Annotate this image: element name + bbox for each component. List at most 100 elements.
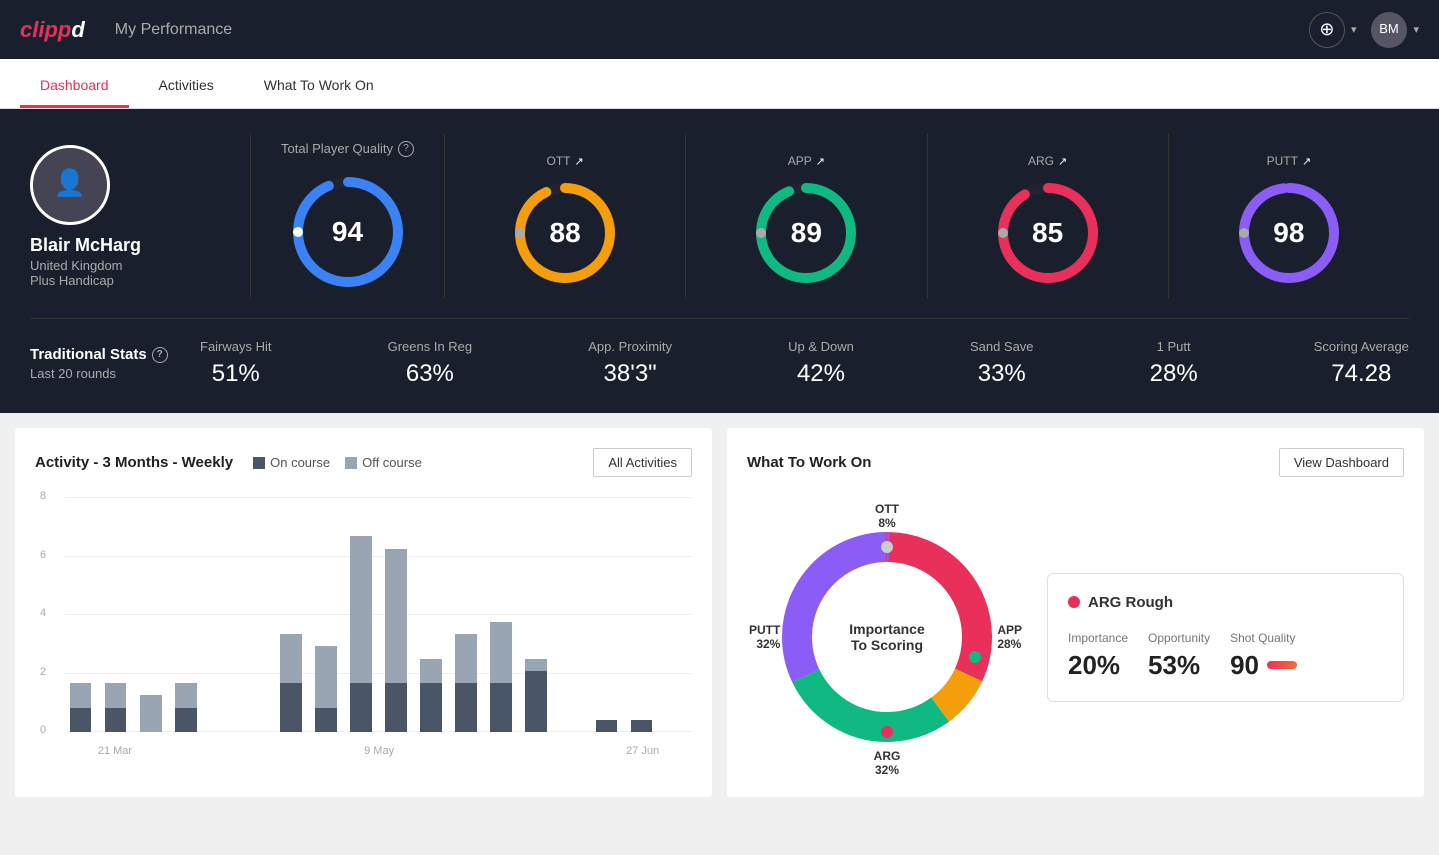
main-content: Activity - 3 Months - Weekly On course O…	[0, 413, 1439, 812]
add-button-group[interactable]: ⊕ ▾	[1309, 12, 1357, 48]
add-icon-chevron: ▾	[1351, 23, 1357, 36]
bar-group	[381, 497, 412, 732]
on-course-dot	[253, 457, 265, 469]
player-country: United Kingdom	[30, 258, 123, 273]
app-segment-label: APP 28%	[997, 623, 1022, 651]
sand-save-value: 33%	[970, 360, 1034, 388]
bar-group	[65, 497, 96, 732]
stats-top: 👤 Blair McHarg United Kingdom Plus Handi…	[30, 134, 1409, 298]
activity-chart: 8 6 4 2 0 21 Mar 9 May 27 Jun	[35, 497, 692, 757]
on-course-bar	[70, 708, 92, 732]
bar-stack	[416, 659, 447, 732]
all-activities-button[interactable]: All Activities	[593, 448, 692, 477]
off-course-bar	[70, 683, 92, 707]
scoring-avg-label: Scoring Average	[1314, 339, 1409, 354]
off-course-bar	[105, 683, 127, 707]
off-course-bar	[175, 683, 197, 707]
bar-group	[240, 497, 271, 732]
header-right: ⊕ ▾ BM ▾	[1309, 12, 1419, 48]
putt-trend: ↗	[1302, 155, 1311, 168]
wwo-header: What To Work On View Dashboard	[747, 448, 1404, 477]
activity-header: Activity - 3 Months - Weekly On course O…	[35, 448, 692, 477]
ott-segment-label: OTT 8%	[875, 502, 899, 530]
bar-stack	[346, 536, 377, 732]
detail-importance: Importance 20%	[1068, 631, 1128, 681]
putt-value: 98	[1273, 217, 1304, 249]
on-course-bar	[385, 683, 407, 732]
arg-segment-label: ARG 32%	[874, 749, 901, 777]
stats-banner: 👤 Blair McHarg United Kingdom Plus Handi…	[0, 109, 1439, 413]
x-label-may: 9 May	[364, 745, 394, 757]
bar-group	[346, 497, 377, 732]
avatar-button-group[interactable]: BM ▾	[1371, 12, 1419, 48]
shot-quality-bar: 90	[1230, 650, 1297, 681]
on-course-bar	[175, 708, 197, 732]
greens-label: Greens In Reg	[388, 339, 473, 354]
one-putt-value: 28%	[1150, 360, 1198, 388]
total-quality: Total Player Quality ? 94	[261, 141, 444, 292]
add-icon-button[interactable]: ⊕	[1309, 12, 1345, 48]
one-putt-label: 1 Putt	[1150, 339, 1198, 354]
tab-dashboard[interactable]: Dashboard	[20, 65, 129, 108]
detail-metrics: Importance 20% Opportunity 53% Shot Qual…	[1068, 631, 1383, 681]
arg-label: ARG ↗	[1028, 154, 1067, 168]
bar-stack	[591, 720, 622, 732]
ott-label: OTT ↗	[547, 154, 584, 168]
svg-text:👤: 👤	[54, 167, 86, 197]
off-course-bar	[525, 659, 547, 671]
tab-what-to-work-on[interactable]: What To Work On	[244, 65, 394, 108]
detail-shot-quality: Shot Quality 90	[1230, 631, 1297, 681]
on-course-bar	[631, 720, 653, 732]
metric-putt: PUTT ↗ 98	[1168, 134, 1409, 298]
bars-container	[65, 497, 692, 732]
stat-items: Fairways Hit 51% Greens In Reg 63% App. …	[200, 339, 1409, 388]
tab-activities[interactable]: Activities	[139, 65, 234, 108]
bar-stack	[626, 720, 657, 732]
trad-stats-help-icon[interactable]: ?	[152, 347, 168, 363]
arg-trend: ↗	[1058, 155, 1067, 168]
putt-ring: 98	[1234, 178, 1344, 288]
app-label: APP ↗	[788, 154, 825, 168]
view-dashboard-button[interactable]: View Dashboard	[1279, 448, 1404, 477]
bar-group	[205, 497, 236, 732]
scoring-avg-value: 74.28	[1314, 360, 1409, 388]
quality-label: Total Player Quality ?	[281, 141, 414, 157]
metric-arg: ARG ↗ 85	[927, 134, 1168, 298]
bar-group	[170, 497, 201, 732]
activity-title-group: Activity - 3 Months - Weekly On course O…	[35, 454, 422, 471]
what-to-work-on-panel: What To Work On View Dashboard	[727, 428, 1424, 797]
off-course-bar	[490, 622, 512, 683]
x-label-mar: 21 Mar	[98, 745, 132, 757]
stat-sand-save: Sand Save 33%	[970, 339, 1034, 388]
stat-app-proximity: App. Proximity 38'3"	[588, 339, 672, 388]
user-avatar-button[interactable]: BM	[1371, 12, 1407, 48]
putt-label: PUTT ↗	[1267, 154, 1312, 168]
greens-value: 63%	[388, 360, 473, 388]
on-course-bar	[105, 708, 127, 732]
on-course-bar	[455, 683, 477, 732]
arg-ring: 85	[993, 178, 1103, 288]
bar-group	[135, 497, 166, 732]
player-info: 👤 Blair McHarg United Kingdom Plus Handi…	[30, 145, 240, 288]
detail-opportunity: Opportunity 53%	[1148, 631, 1210, 681]
svg-text:BM: BM	[1380, 21, 1400, 36]
player-handicap: Plus Handicap	[30, 273, 114, 288]
bar-stack	[310, 646, 341, 732]
tabs-bar: Dashboard Activities What To Work On	[0, 59, 1439, 109]
shot-bar-indicator	[1267, 661, 1297, 669]
off-course-bar	[420, 659, 442, 683]
trad-stats-sublabel: Last 20 rounds	[30, 366, 200, 381]
bar-group	[626, 497, 657, 732]
metric-ott: OTT ↗ 88	[444, 134, 685, 298]
trad-stats-label: Traditional Stats ? Last 20 rounds	[30, 346, 200, 381]
on-course-bar	[596, 720, 618, 732]
quality-help-icon[interactable]: ?	[398, 141, 414, 157]
logo: clippd	[20, 17, 85, 43]
stat-greens-in-reg: Greens In Reg 63%	[388, 339, 473, 388]
divider	[250, 134, 251, 298]
activity-title: Activity - 3 Months - Weekly	[35, 454, 233, 471]
off-course-dot	[345, 457, 357, 469]
bar-group	[100, 497, 131, 732]
x-labels: 21 Mar 9 May 27 Jun	[65, 745, 692, 757]
header-title: My Performance	[115, 21, 232, 39]
